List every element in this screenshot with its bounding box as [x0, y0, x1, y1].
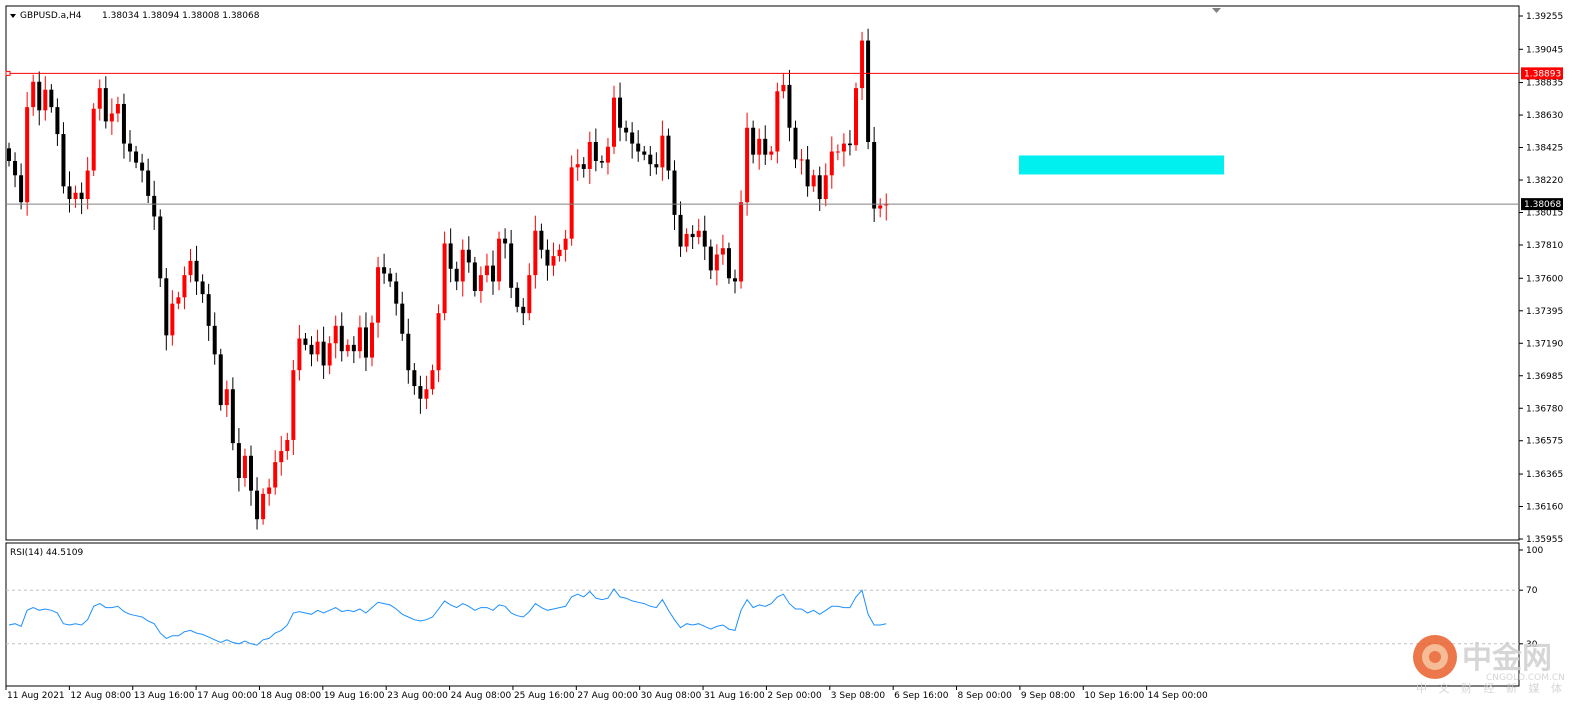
candle: [218, 348, 223, 411]
support-zone-layer: [1019, 155, 1224, 175]
price-tick-label: 1.36160: [1526, 503, 1563, 513]
time-tick-label: 27 Aug 00:00: [577, 691, 638, 701]
rsi-tick-label: 70: [1526, 586, 1538, 596]
time-tick-label: 8 Sep 00:00: [958, 691, 1013, 701]
candle: [442, 231, 447, 321]
price-tick-label: 1.39045: [1526, 45, 1563, 55]
candle: [472, 256, 477, 297]
candle: [497, 231, 502, 291]
support-zone[interactable]: [1019, 155, 1224, 175]
line-anchor-handle[interactable]: [5, 70, 11, 76]
rsi-panel[interactable]: [5, 542, 1520, 687]
candle: [854, 82, 858, 151]
price-tick-label: 1.37395: [1526, 307, 1563, 317]
time-tick-label: 13 Aug 16:00: [134, 691, 195, 701]
time-tick-label: 14 Sep 00:00: [1148, 691, 1208, 701]
ohlc-values: 1.38034 1.38094 1.38008 1.38068: [102, 11, 260, 21]
candle: [158, 209, 163, 288]
time-tick-label: 25 Aug 16:00: [514, 691, 575, 701]
price-tick-label: 1.37600: [1526, 274, 1563, 284]
time-tick-label: 10 Sep 16:00: [1084, 691, 1144, 701]
watermark-slogan: 中 文 财 经 新 媒 体: [1416, 681, 1566, 695]
current-price-label: 1.38068: [1524, 200, 1561, 210]
price-tick-label: 1.37190: [1526, 339, 1563, 349]
resistance-price-label: 1.38893: [1524, 69, 1561, 79]
time-tick-label: 30 Aug 08:00: [641, 691, 702, 701]
symbol-label: GBPUSD.a,H4: [20, 11, 82, 21]
price-panel[interactable]: [5, 5, 1520, 541]
time-tick-label: 6 Sep 16:00: [894, 691, 949, 701]
time-tick-label: 23 Aug 00:00: [387, 691, 448, 701]
candle: [91, 103, 96, 177]
price-tick-label: 1.37810: [1526, 241, 1563, 251]
time-tick-label: 11 Aug 2021: [7, 691, 65, 701]
rsi-label: RSI(14) 44.5109: [10, 548, 83, 558]
trading-chart[interactable]: GBPUSD.a,H4 1.38034 1.38094 1.38008 1.38…: [0, 0, 1586, 713]
time-tick-label: 24 Aug 08:00: [451, 691, 512, 701]
price-tick-label: 1.39255: [1526, 12, 1563, 22]
candle: [866, 28, 871, 150]
price-tick-label: 1.36365: [1526, 470, 1563, 480]
candle: [25, 92, 30, 216]
time-tick-label: 19 Aug 16:00: [324, 691, 385, 701]
time-tick-label: 9 Sep 08:00: [1021, 691, 1076, 701]
price-tick-label: 1.38630: [1526, 111, 1563, 121]
time-tick-label: 3 Sep 08:00: [831, 691, 886, 701]
candle: [739, 190, 744, 289]
candle: [775, 82, 780, 164]
price-tick-label: 1.36575: [1526, 437, 1563, 447]
price-tick-label: 1.38425: [1526, 144, 1563, 154]
time-tick-label: 31 Aug 16:00: [704, 691, 765, 701]
rsi-tick-label: 100: [1526, 546, 1543, 556]
time-tick-label: 2 Sep 00:00: [767, 691, 822, 701]
watermark: 中金网 CNGOLD.COM.CN 中 文 财 经 新 媒 体: [1413, 635, 1566, 695]
candle: [569, 155, 574, 246]
candle: [726, 242, 731, 284]
price-tick-label: 1.36985: [1526, 372, 1563, 382]
watermark-brand: 中金网: [1462, 641, 1552, 676]
price-tick-label: 1.38220: [1526, 176, 1563, 186]
price-tick-label: 1.36780: [1526, 404, 1563, 414]
time-tick-label: 12 Aug 08:00: [70, 691, 131, 701]
price-tick-label: 1.35955: [1526, 535, 1563, 545]
time-tick-label: 17 Aug 00:00: [197, 691, 258, 701]
time-tick-label: 18 Aug 08:00: [260, 691, 321, 701]
price-tick-label: 1.38835: [1526, 79, 1563, 89]
candle: [745, 112, 750, 216]
